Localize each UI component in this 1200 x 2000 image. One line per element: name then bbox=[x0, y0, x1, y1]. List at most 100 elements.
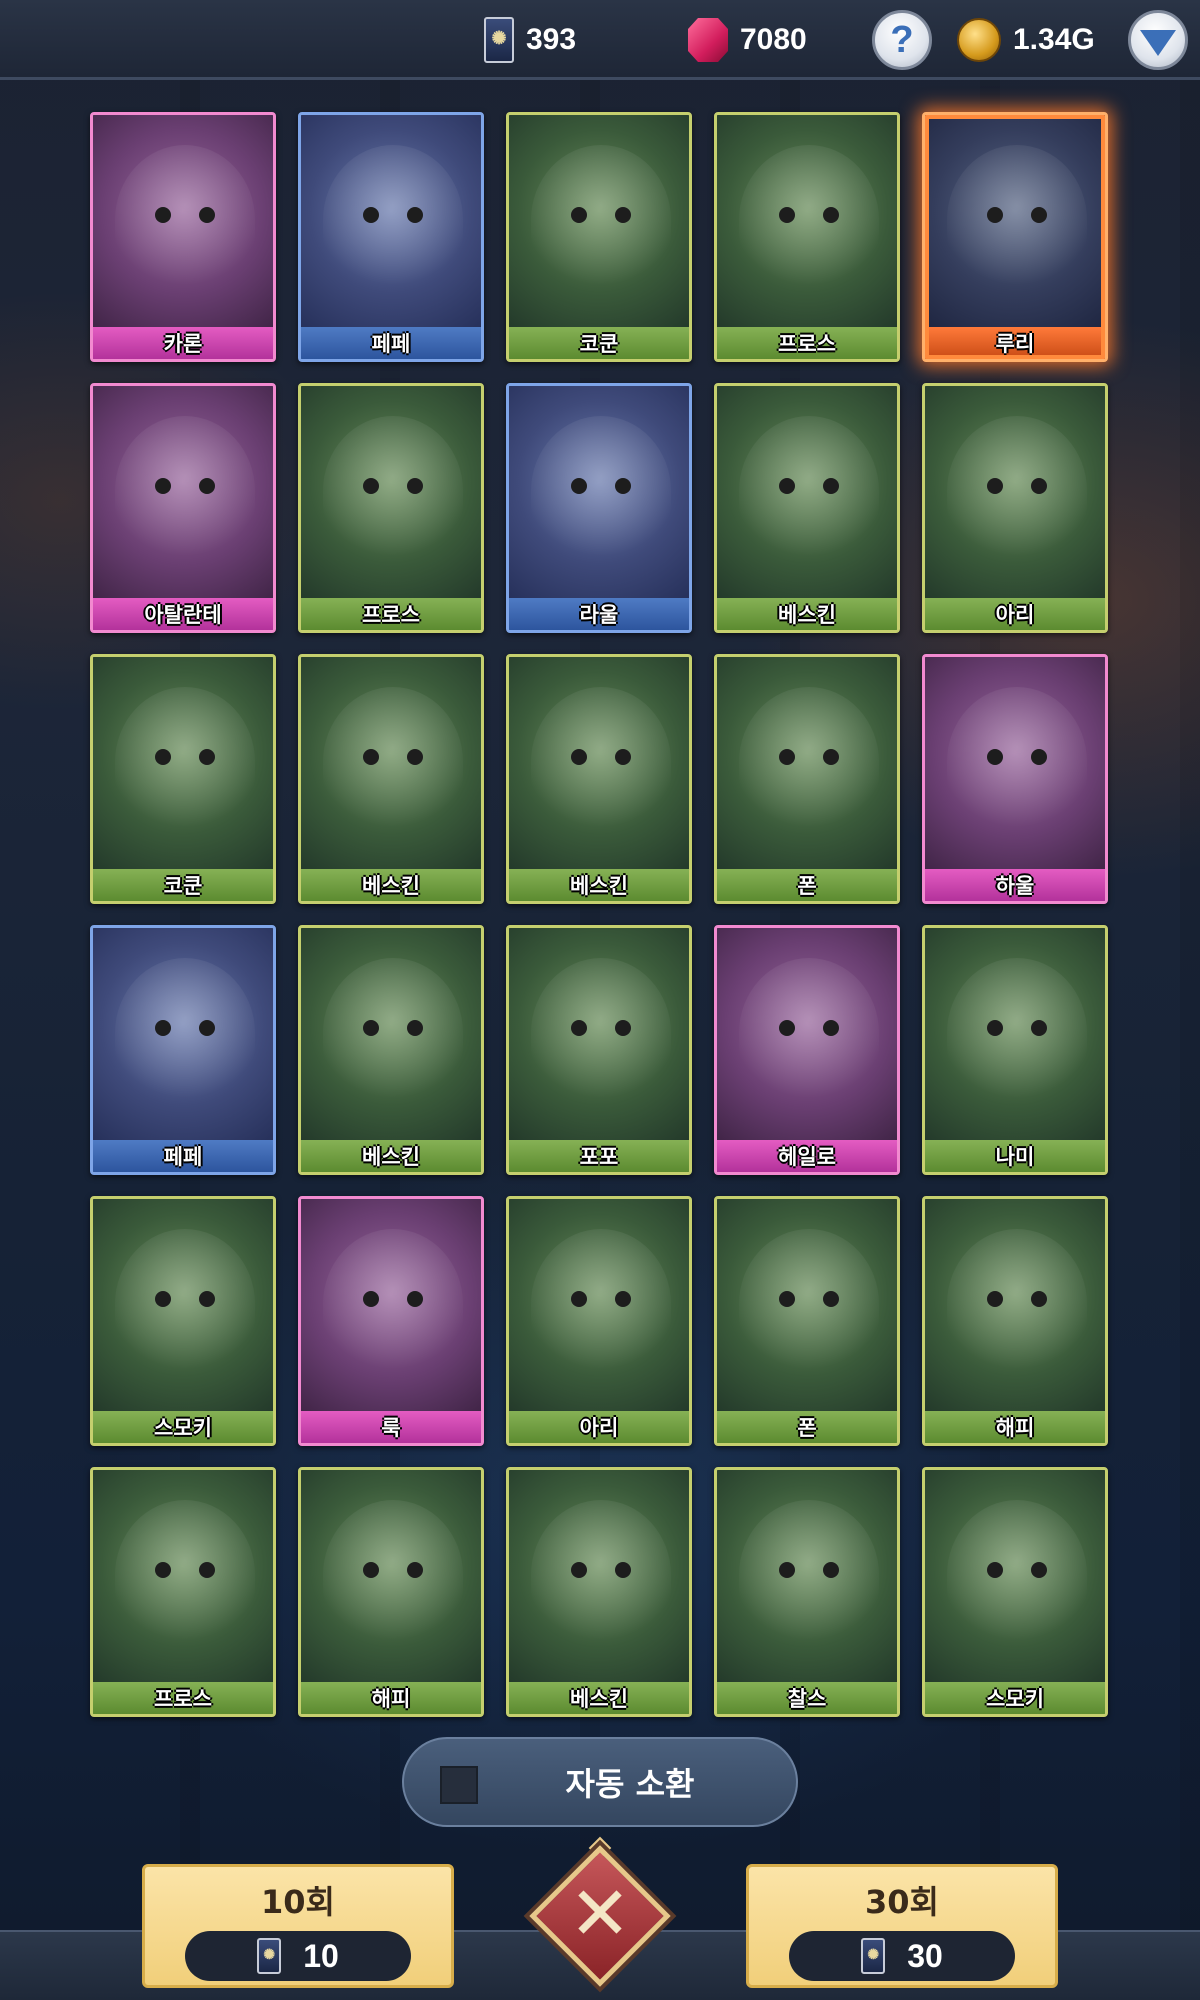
hero-face bbox=[739, 1229, 879, 1379]
hero-portrait bbox=[93, 657, 273, 871]
hero-face bbox=[531, 958, 671, 1108]
hero-card[interactable]: 코쿤 bbox=[506, 112, 692, 362]
hero-name: 스모키 bbox=[93, 1411, 273, 1443]
hero-name: 베스킨 bbox=[509, 1682, 689, 1714]
hero-card[interactable]: 베스킨 bbox=[506, 1467, 692, 1717]
summon-30-cost-value: 30 bbox=[907, 1937, 943, 1974]
hero-card[interactable]: 스모키 bbox=[90, 1196, 276, 1446]
dropdown-menu-button[interactable] bbox=[1128, 10, 1188, 70]
eye-icon bbox=[155, 207, 171, 223]
hero-card[interactable]: 페페 bbox=[298, 112, 484, 362]
hero-name: 카론 bbox=[93, 327, 273, 359]
hero-card[interactable]: 찰스 bbox=[714, 1467, 900, 1717]
eye-icon bbox=[987, 478, 1003, 494]
eye-icon bbox=[987, 749, 1003, 765]
hero-face bbox=[947, 958, 1087, 1108]
hero-name: 찰스 bbox=[717, 1682, 897, 1714]
hero-card[interactable]: 베스킨 bbox=[714, 383, 900, 633]
hero-card[interactable]: 프로스 bbox=[90, 1467, 276, 1717]
eye-icon bbox=[407, 1291, 423, 1307]
hero-card[interactable]: 아탈란테 bbox=[90, 383, 276, 633]
help-button[interactable]: ? bbox=[872, 10, 932, 70]
hero-name: 포포 bbox=[509, 1140, 689, 1172]
hero-card[interactable]: 포포 bbox=[506, 925, 692, 1175]
hero-name: 코쿤 bbox=[93, 869, 273, 901]
hero-card[interactable]: 페페 bbox=[90, 925, 276, 1175]
auto-summon-checkbox[interactable] bbox=[440, 1766, 478, 1804]
hero-name: 베스킨 bbox=[509, 869, 689, 901]
eye-icon bbox=[571, 207, 587, 223]
hero-portrait bbox=[717, 928, 897, 1142]
hero-portrait bbox=[509, 1470, 689, 1684]
eye-icon bbox=[615, 749, 631, 765]
hero-card[interactable]: 베스킨 bbox=[506, 654, 692, 904]
hero-name: 프로스 bbox=[301, 598, 481, 630]
hero-card[interactable]: 하울 bbox=[922, 654, 1108, 904]
summon-30-button[interactable]: 30회 30 bbox=[746, 1864, 1058, 1988]
hero-face bbox=[531, 145, 671, 295]
hero-portrait bbox=[301, 115, 481, 329]
hero-name: 라울 bbox=[509, 598, 689, 630]
hero-card[interactable]: 룩 bbox=[298, 1196, 484, 1446]
eye-icon bbox=[363, 207, 379, 223]
summon-10-title: 10회 bbox=[261, 1883, 335, 1921]
auto-summon-toggle[interactable]: 자동 소환 bbox=[402, 1737, 798, 1827]
hero-portrait bbox=[509, 386, 689, 600]
hero-card[interactable]: 프로스 bbox=[714, 112, 900, 362]
hero-name: 베스킨 bbox=[301, 1140, 481, 1172]
hero-face bbox=[531, 687, 671, 837]
hero-portrait bbox=[93, 1470, 273, 1684]
hero-card[interactable]: 카론 bbox=[90, 112, 276, 362]
hero-face bbox=[323, 1229, 463, 1379]
eye-icon bbox=[407, 749, 423, 765]
hero-card[interactable]: 루리 bbox=[922, 112, 1108, 362]
hero-card[interactable]: 라울 bbox=[506, 383, 692, 633]
eye-icon bbox=[199, 1562, 215, 1578]
hero-card[interactable]: 헤일로 bbox=[714, 925, 900, 1175]
eye-icon bbox=[1031, 1562, 1047, 1578]
hero-card[interactable]: 아리 bbox=[506, 1196, 692, 1446]
eye-icon bbox=[1031, 478, 1047, 494]
hero-card[interactable]: 해피 bbox=[298, 1467, 484, 1717]
hero-name: 해피 bbox=[301, 1682, 481, 1714]
hero-name: 해피 bbox=[925, 1411, 1105, 1443]
eye-icon bbox=[155, 1562, 171, 1578]
eye-icon bbox=[779, 1291, 795, 1307]
hero-portrait bbox=[717, 657, 897, 871]
hero-face bbox=[323, 416, 463, 566]
hero-portrait bbox=[925, 928, 1105, 1142]
hero-card[interactable]: 폰 bbox=[714, 1196, 900, 1446]
hero-card[interactable]: 폰 bbox=[714, 654, 900, 904]
hero-card[interactable]: 베스킨 bbox=[298, 654, 484, 904]
hero-card[interactable]: 프로스 bbox=[298, 383, 484, 633]
hero-name: 페페 bbox=[93, 1140, 273, 1172]
hero-card[interactable]: 나미 bbox=[922, 925, 1108, 1175]
hero-portrait bbox=[93, 386, 273, 600]
hero-portrait bbox=[925, 1470, 1105, 1684]
eye-icon bbox=[987, 1020, 1003, 1036]
eye-icon bbox=[155, 1020, 171, 1036]
eye-icon bbox=[823, 1562, 839, 1578]
eye-icon bbox=[987, 1291, 1003, 1307]
hero-face bbox=[531, 1229, 671, 1379]
hero-face bbox=[947, 145, 1087, 295]
hero-card[interactable]: 해피 bbox=[922, 1196, 1108, 1446]
hero-card[interactable]: 아리 bbox=[922, 383, 1108, 633]
hero-name: 프로스 bbox=[717, 327, 897, 359]
eye-icon bbox=[407, 1020, 423, 1036]
hero-card[interactable]: 코쿤 bbox=[90, 654, 276, 904]
eye-icon bbox=[823, 478, 839, 494]
hero-face bbox=[947, 687, 1087, 837]
hero-face bbox=[323, 958, 463, 1108]
summon-10-button[interactable]: 10회 10 bbox=[142, 1864, 454, 1988]
hero-card[interactable]: 베스킨 bbox=[298, 925, 484, 1175]
hero-portrait bbox=[717, 386, 897, 600]
hero-card[interactable]: 스모키 bbox=[922, 1467, 1108, 1717]
hero-name: 아리 bbox=[509, 1411, 689, 1443]
ticket-icon bbox=[257, 1938, 282, 1974]
eye-icon bbox=[823, 749, 839, 765]
hero-portrait bbox=[301, 1199, 481, 1413]
eye-icon bbox=[407, 478, 423, 494]
close-button[interactable]: ✕ bbox=[524, 1836, 676, 1992]
hero-face bbox=[115, 1229, 255, 1379]
